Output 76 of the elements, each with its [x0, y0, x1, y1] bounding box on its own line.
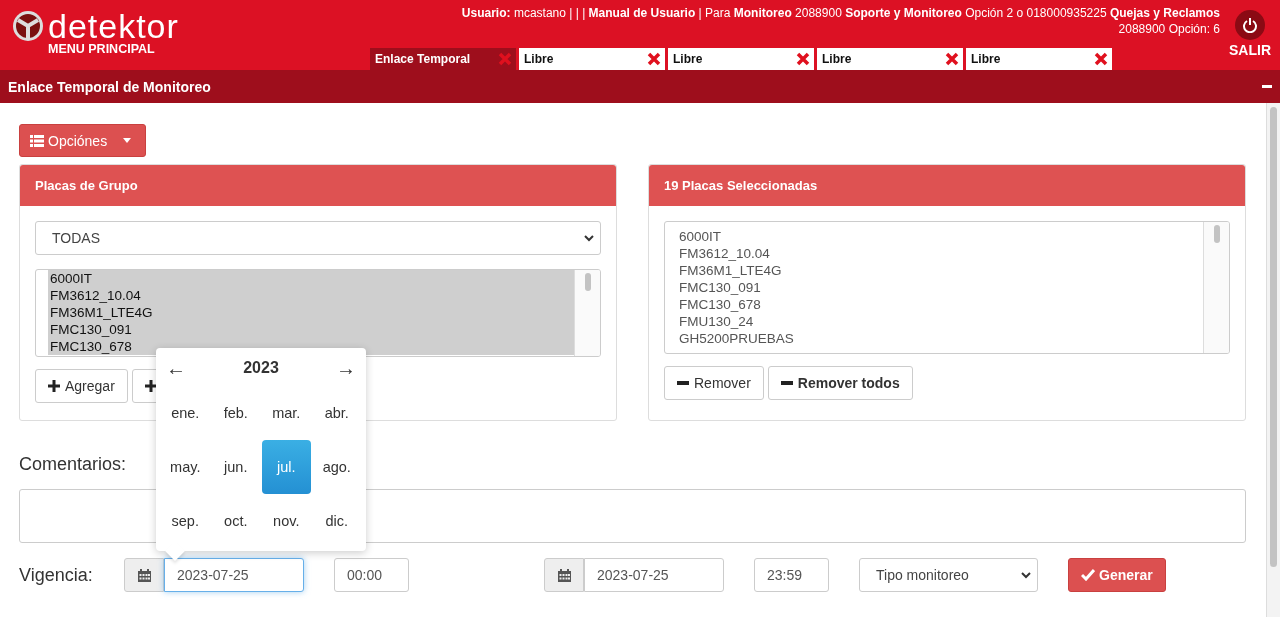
year-label: 2023 — [243, 359, 279, 377]
end-time-field[interactable]: 23:59 — [754, 558, 829, 592]
menu-label[interactable]: MENU PRINCIPAL — [48, 42, 370, 56]
calendar-addon[interactable] — [124, 558, 164, 592]
month-option[interactable]: dic. — [312, 494, 361, 548]
tab[interactable]: Libre — [519, 48, 665, 70]
minus-icon — [780, 381, 793, 385]
scrollbar[interactable] — [574, 270, 600, 356]
list-option[interactable]: 6000IT — [677, 228, 1203, 245]
power-icon — [1242, 17, 1258, 33]
check-icon — [1081, 569, 1095, 581]
calendar-addon[interactable] — [544, 558, 584, 592]
close-icon[interactable] — [647, 52, 661, 66]
scrollbar[interactable] — [1203, 222, 1229, 353]
month-option[interactable]: sep. — [161, 494, 210, 548]
list-option[interactable]: FM36M1_LTE4G — [48, 304, 574, 321]
list-option[interactable]: GH5200PRUEBAS — [677, 330, 1203, 347]
list-option[interactable]: FM3612_10.04 — [48, 287, 574, 304]
month-option[interactable]: abr. — [312, 386, 361, 440]
month-option[interactable]: mar. — [262, 386, 311, 440]
tab[interactable]: Libre — [668, 48, 814, 70]
start-date-field[interactable]: 2023-07-25 — [164, 558, 304, 592]
panel-header: 19 Placas Seleccionadas — [649, 165, 1245, 206]
list-option[interactable]: FMC130_678 — [677, 296, 1203, 313]
start-time-field[interactable]: 00:00 — [334, 558, 409, 592]
month-option[interactable]: nov. — [262, 494, 311, 548]
caret-icon — [123, 138, 132, 143]
plus-icon — [48, 380, 60, 392]
page-title: Enlace Temporal de Monitoreo — [8, 78, 211, 95]
list-option[interactable]: FMC130_091 — [48, 321, 574, 338]
calendar-icon — [557, 568, 571, 582]
close-icon[interactable] — [796, 52, 810, 66]
add-button[interactable]: Agregar — [35, 369, 128, 403]
close-icon[interactable] — [1094, 52, 1108, 66]
scrollbar[interactable] — [1266, 103, 1280, 617]
month-option[interactable]: jun. — [211, 440, 260, 494]
chevron-down-icon — [584, 234, 594, 242]
month-option[interactable]: may. — [161, 440, 210, 494]
list-option[interactable]: 6000IT — [48, 270, 574, 287]
next-year-button[interactable]: → — [336, 356, 356, 380]
list-icon — [30, 134, 44, 147]
minus-icon — [677, 381, 689, 385]
remove-button[interactable]: Remover — [664, 366, 764, 400]
tab[interactable]: Enlace Temporal — [370, 48, 516, 70]
panel-header: Placas de Grupo — [20, 165, 616, 206]
list-option[interactable]: FMU130_24 — [677, 313, 1203, 330]
prev-year-button[interactable]: ← — [166, 356, 186, 380]
plus-icon — [144, 380, 157, 392]
close-icon[interactable] — [945, 52, 959, 66]
options-button[interactable]: Opciónes — [19, 124, 146, 157]
list-box[interactable]: 6000IT FM3612_10.04 FM36M1_LTE4G FMC130_091 FMC130_678 — [35, 269, 601, 357]
list-option[interactable]: FMC130_091 — [677, 279, 1203, 296]
comments-label: Comentarios: — [19, 454, 127, 475]
user-info-text: 2088900 Opción: 6 — [1118, 21, 1220, 37]
logo-icon — [12, 10, 44, 42]
list-option[interactable]: FM36M1_LTE4G — [677, 262, 1203, 279]
tab[interactable]: Libre — [817, 48, 963, 70]
month-option[interactable]: ago. — [312, 440, 361, 494]
list-box[interactable]: 6000IT FM3612_10.04 FM36M1_LTE4G FMC130_091 FMC130_678 FMU130_24 GH5200PRUEBAS — [664, 221, 1230, 354]
logo-text: detektor — [48, 10, 179, 42]
month-option[interactable]: oct. — [211, 494, 260, 548]
monitor-type-select[interactable]: Tipo monitoreo — [859, 558, 1038, 592]
calendar-icon — [137, 568, 151, 582]
generate-button[interactable]: Generar — [1068, 558, 1166, 592]
validity-label: Vigencia: — [19, 564, 94, 586]
month-option[interactable]: feb. — [211, 386, 260, 440]
user-info-text: Usuario: mcastano | | | Manual de Usuario | Para Monitoreo 2088900 Soporte y Monitoreo Opción 2 o 018000935225 Quejas y Reclamos — [461, 5, 1220, 21]
power-button[interactable] — [1235, 10, 1265, 40]
group-select[interactable]: TODAS — [35, 221, 601, 255]
chevron-down-icon — [1021, 571, 1031, 579]
list-option[interactable]: FM3612_10.04 — [677, 245, 1203, 262]
month-option[interactable]: ene. — [161, 386, 210, 440]
remove-button[interactable]: Remover todos — [767, 366, 913, 400]
tab[interactable]: Libre — [966, 48, 1112, 70]
end-date-field[interactable]: 2023-07-25 — [584, 558, 724, 592]
logout-label[interactable]: SALIR — [1229, 42, 1271, 58]
